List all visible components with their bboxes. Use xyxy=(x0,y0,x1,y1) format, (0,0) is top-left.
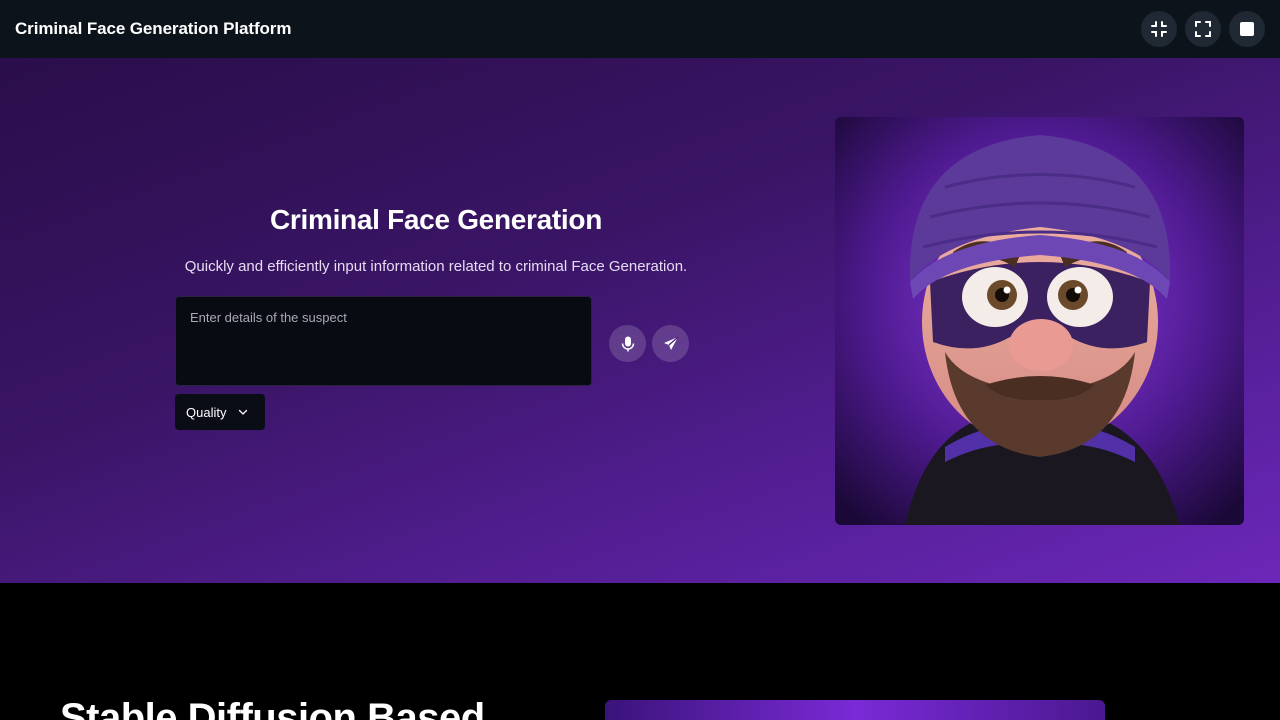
hero-title: Criminal Face Generation xyxy=(269,204,602,235)
microphone-button[interactable] xyxy=(609,325,646,362)
quality-select[interactable]: Quality xyxy=(175,394,265,430)
send-icon xyxy=(663,336,678,350)
send-button[interactable] xyxy=(652,325,689,362)
window-actions xyxy=(1141,11,1265,47)
app-title: Criminal Face Generation Platform xyxy=(15,19,292,38)
suspect-details-input[interactable] xyxy=(175,296,592,386)
expand-icon xyxy=(1195,21,1211,37)
chevron-down-icon xyxy=(239,409,248,415)
square-icon xyxy=(1240,22,1254,36)
top-bar: Criminal Face Generation Platform xyxy=(0,0,1280,58)
section-image xyxy=(605,700,1105,720)
stop-button[interactable] xyxy=(1229,11,1265,47)
exit-fullscreen-button[interactable] xyxy=(1141,11,1177,47)
collapse-icon xyxy=(1151,21,1167,37)
quality-label: Quality xyxy=(186,404,227,420)
microphone-icon xyxy=(621,336,634,351)
generated-face-image xyxy=(835,117,1244,525)
fullscreen-button[interactable] xyxy=(1185,11,1221,47)
section-title: Stable Diffusion Based xyxy=(60,696,485,720)
hero-section: Criminal Face Generation Quickly and eff… xyxy=(0,58,1280,583)
hero-subtitle: Quickly and efficiently input informatio… xyxy=(184,258,688,275)
